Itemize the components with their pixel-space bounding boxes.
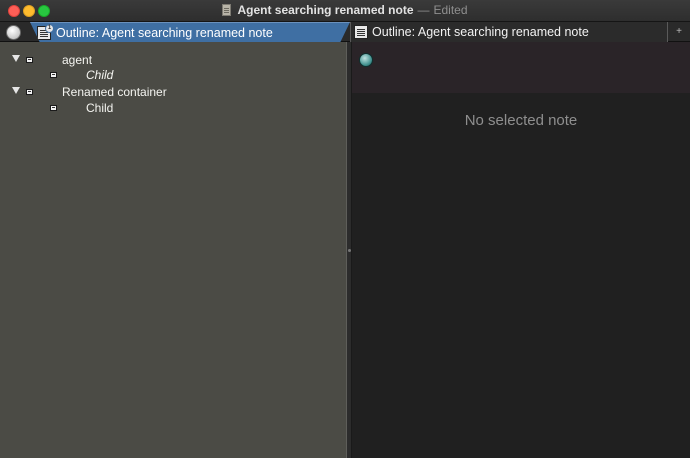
empty-state-message: No selected note xyxy=(464,112,578,129)
window-title-separator: — xyxy=(417,3,430,17)
note-chip-icon xyxy=(26,57,33,63)
outline-item-label[interactable]: agent xyxy=(62,52,92,68)
disclosure-triangle-icon[interactable] xyxy=(12,55,20,62)
detail-header xyxy=(352,42,690,93)
home-tab-icon[interactable] xyxy=(6,25,21,40)
agent-orb-icon[interactable] xyxy=(359,53,373,67)
tab-outline-second[interactable]: Outline: Agent searching renamed note xyxy=(350,22,668,42)
add-tab-button[interactable]: + xyxy=(674,26,684,38)
app-window: Agent searching renamed note — Edited 1 Ou… xyxy=(0,0,690,458)
window-title: Agent searching renamed note — Edited xyxy=(0,3,690,17)
outline-item-label[interactable]: Child xyxy=(86,100,113,116)
outline-item-label[interactable]: Renamed container xyxy=(62,84,167,100)
outline-pane[interactable]: agent Child Renamed container Child xyxy=(0,42,346,458)
window-title-text: Agent searching renamed note xyxy=(237,3,414,17)
outline-row[interactable]: Child xyxy=(0,67,346,83)
note-chip-icon xyxy=(50,72,57,78)
outline-row[interactable]: Child xyxy=(0,100,346,116)
divider-grip-icon[interactable] xyxy=(348,249,351,252)
document-icon xyxy=(222,4,232,16)
edited-status: Edited xyxy=(433,3,468,17)
tab-badge: 1 xyxy=(45,24,54,33)
tab-bar: 1 Outline: Agent searching renamed note … xyxy=(0,22,690,42)
outline-icon xyxy=(354,25,368,39)
note-chip-icon xyxy=(26,89,33,95)
tab-label: Outline: Agent searching renamed note xyxy=(56,26,273,40)
note-chip-icon xyxy=(50,105,57,111)
outline-row[interactable]: Renamed container xyxy=(0,84,346,100)
disclosure-triangle-icon[interactable] xyxy=(12,87,20,94)
tab-label: Outline: Agent searching renamed note xyxy=(372,25,589,39)
title-bar: Agent searching renamed note — Edited xyxy=(0,0,690,22)
tab-outline-active[interactable]: 1 Outline: Agent searching renamed note xyxy=(30,22,350,42)
detail-pane: No selected note xyxy=(352,42,690,458)
outline-row[interactable]: agent xyxy=(0,52,346,68)
outline-item-label[interactable]: Child xyxy=(86,67,113,83)
